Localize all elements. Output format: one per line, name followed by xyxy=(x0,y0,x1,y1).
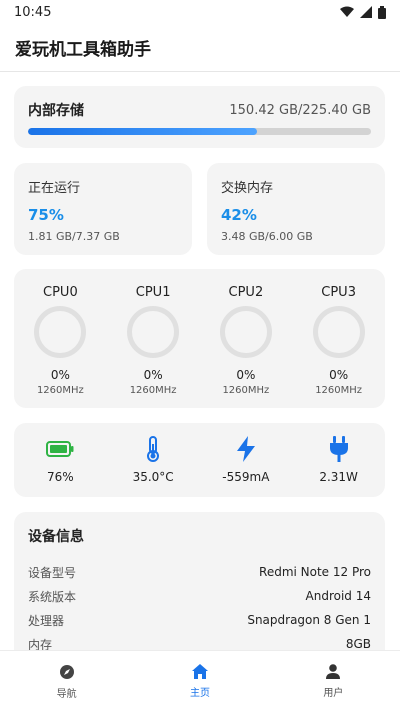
power-value: 2.31W xyxy=(319,470,358,484)
nav-label-home: 主页 xyxy=(189,688,210,699)
cpu-core: CPU0 0% 1260MHz xyxy=(20,285,100,408)
cpu-load: 0% xyxy=(143,368,163,382)
storage-progress-bar xyxy=(28,128,371,135)
cpu-card[interactable]: CPU0 0% 1260MHz CPU1 0% 1260MHz CPU2 0% … xyxy=(14,269,385,408)
main-content[interactable]: 内部存储 150.42 GB/225.40 GB 正在运行 75% 1.81 G… xyxy=(0,73,400,650)
info-label: 设备型号 xyxy=(28,565,77,580)
status-time: 10:45 xyxy=(14,4,52,20)
temperature-value: 35.0°C xyxy=(132,470,174,484)
nav-label-user: 用户 xyxy=(323,688,344,699)
plug-icon xyxy=(328,436,350,462)
device-info-row: 系统版本 Android 14 xyxy=(28,584,371,608)
storage-card[interactable]: 内部存储 150.42 GB/225.40 GB xyxy=(14,86,385,148)
running-memory-percent: 75% xyxy=(28,206,64,224)
battery-level-value: 76% xyxy=(47,470,74,484)
compass-icon xyxy=(59,664,74,679)
cpu-name: CPU3 xyxy=(321,285,356,300)
info-label: 内存 xyxy=(28,637,53,651)
cpu-core: CPU2 0% 1260MHz xyxy=(206,285,286,408)
swap-memory-card[interactable]: 交换内存 42% 3.48 GB/6.00 GB xyxy=(207,163,385,255)
cpu-load: 0% xyxy=(329,368,349,382)
info-value: 8GB xyxy=(345,637,371,650)
info-value: Redmi Note 12 Pro xyxy=(259,565,371,579)
cpu-frequency: 1260MHz xyxy=(129,385,177,396)
info-value: Snapdragon 8 Gen 1 xyxy=(247,613,371,627)
cpu-frequency: 1260MHz xyxy=(36,385,84,396)
wifi-icon xyxy=(340,6,354,17)
battery-icon xyxy=(46,436,74,462)
cpu-usage-ring xyxy=(219,306,272,358)
running-memory-detail: 1.81 GB/7.37 GB xyxy=(28,230,120,243)
nav-item-navigation[interactable]: 导航 xyxy=(7,664,127,700)
cpu-frequency: 1260MHz xyxy=(222,385,270,396)
user-icon xyxy=(326,664,341,679)
temperature-stat: 35.0°C xyxy=(113,436,193,484)
nav-item-user[interactable]: 用户 xyxy=(273,664,393,699)
device-info-row: 处理器 Snapdragon 8 Gen 1 xyxy=(28,608,371,632)
cpu-name: CPU0 xyxy=(43,285,78,300)
current-value: -559mA xyxy=(222,470,270,484)
battery-level-stat: 76% xyxy=(20,436,100,484)
status-bar: 10:45 xyxy=(0,0,400,24)
cpu-name: CPU2 xyxy=(228,285,264,300)
info-value: Android 14 xyxy=(305,589,371,603)
battery-status-icon xyxy=(378,5,386,19)
app-bar: 爱玩机工具箱助手 xyxy=(0,24,400,72)
storage-title: 内部存储 xyxy=(28,103,84,119)
lightning-icon xyxy=(236,436,256,462)
current-stat: -559mA xyxy=(206,436,286,484)
info-label: 处理器 xyxy=(28,613,65,628)
device-info-row: 内存 8GB xyxy=(28,632,371,650)
status-icons xyxy=(340,5,386,19)
info-label: 系统版本 xyxy=(28,589,77,604)
signal-icon xyxy=(360,6,372,18)
power-stat: 2.31W xyxy=(299,436,379,484)
home-icon xyxy=(191,664,208,679)
cpu-usage-ring xyxy=(312,306,365,358)
cpu-core: CPU3 0% 1260MHz xyxy=(299,285,379,408)
swap-memory-percent: 42% xyxy=(221,206,257,224)
bottom-navigation: 导航 主页 用户 xyxy=(0,650,400,712)
cpu-core: CPU1 0% 1260MHz xyxy=(113,285,193,408)
swap-memory-detail: 3.48 GB/6.00 GB xyxy=(221,230,313,243)
storage-progress-fill xyxy=(28,128,257,135)
battery-stats-card[interactable]: 76% 35.0°C -559mA 2.31W xyxy=(14,423,385,497)
app-title: 爱玩机工具箱助手 xyxy=(15,40,151,60)
cpu-usage-ring xyxy=(34,306,87,358)
device-info-card[interactable]: 设备信息 设备型号 Redmi Note 12 Pro 系统版本 Android… xyxy=(14,512,385,650)
running-memory-title: 正在运行 xyxy=(28,181,81,196)
swap-memory-title: 交换内存 xyxy=(221,181,274,196)
nav-label-navigation: 导航 xyxy=(56,688,77,700)
storage-value: 150.42 GB/225.40 GB xyxy=(229,102,371,118)
running-memory-card[interactable]: 正在运行 75% 1.81 GB/7.37 GB xyxy=(14,163,192,255)
device-info-row: 设备型号 Redmi Note 12 Pro xyxy=(28,560,371,584)
device-info-title: 设备信息 xyxy=(28,529,84,545)
cpu-usage-ring xyxy=(127,306,180,358)
cpu-frequency: 1260MHz xyxy=(315,385,363,396)
nav-item-home[interactable]: 主页 xyxy=(140,664,260,699)
cpu-load: 0% xyxy=(236,368,256,382)
cpu-load: 0% xyxy=(50,368,70,382)
thermometer-icon xyxy=(146,436,160,462)
cpu-name: CPU1 xyxy=(135,285,171,300)
